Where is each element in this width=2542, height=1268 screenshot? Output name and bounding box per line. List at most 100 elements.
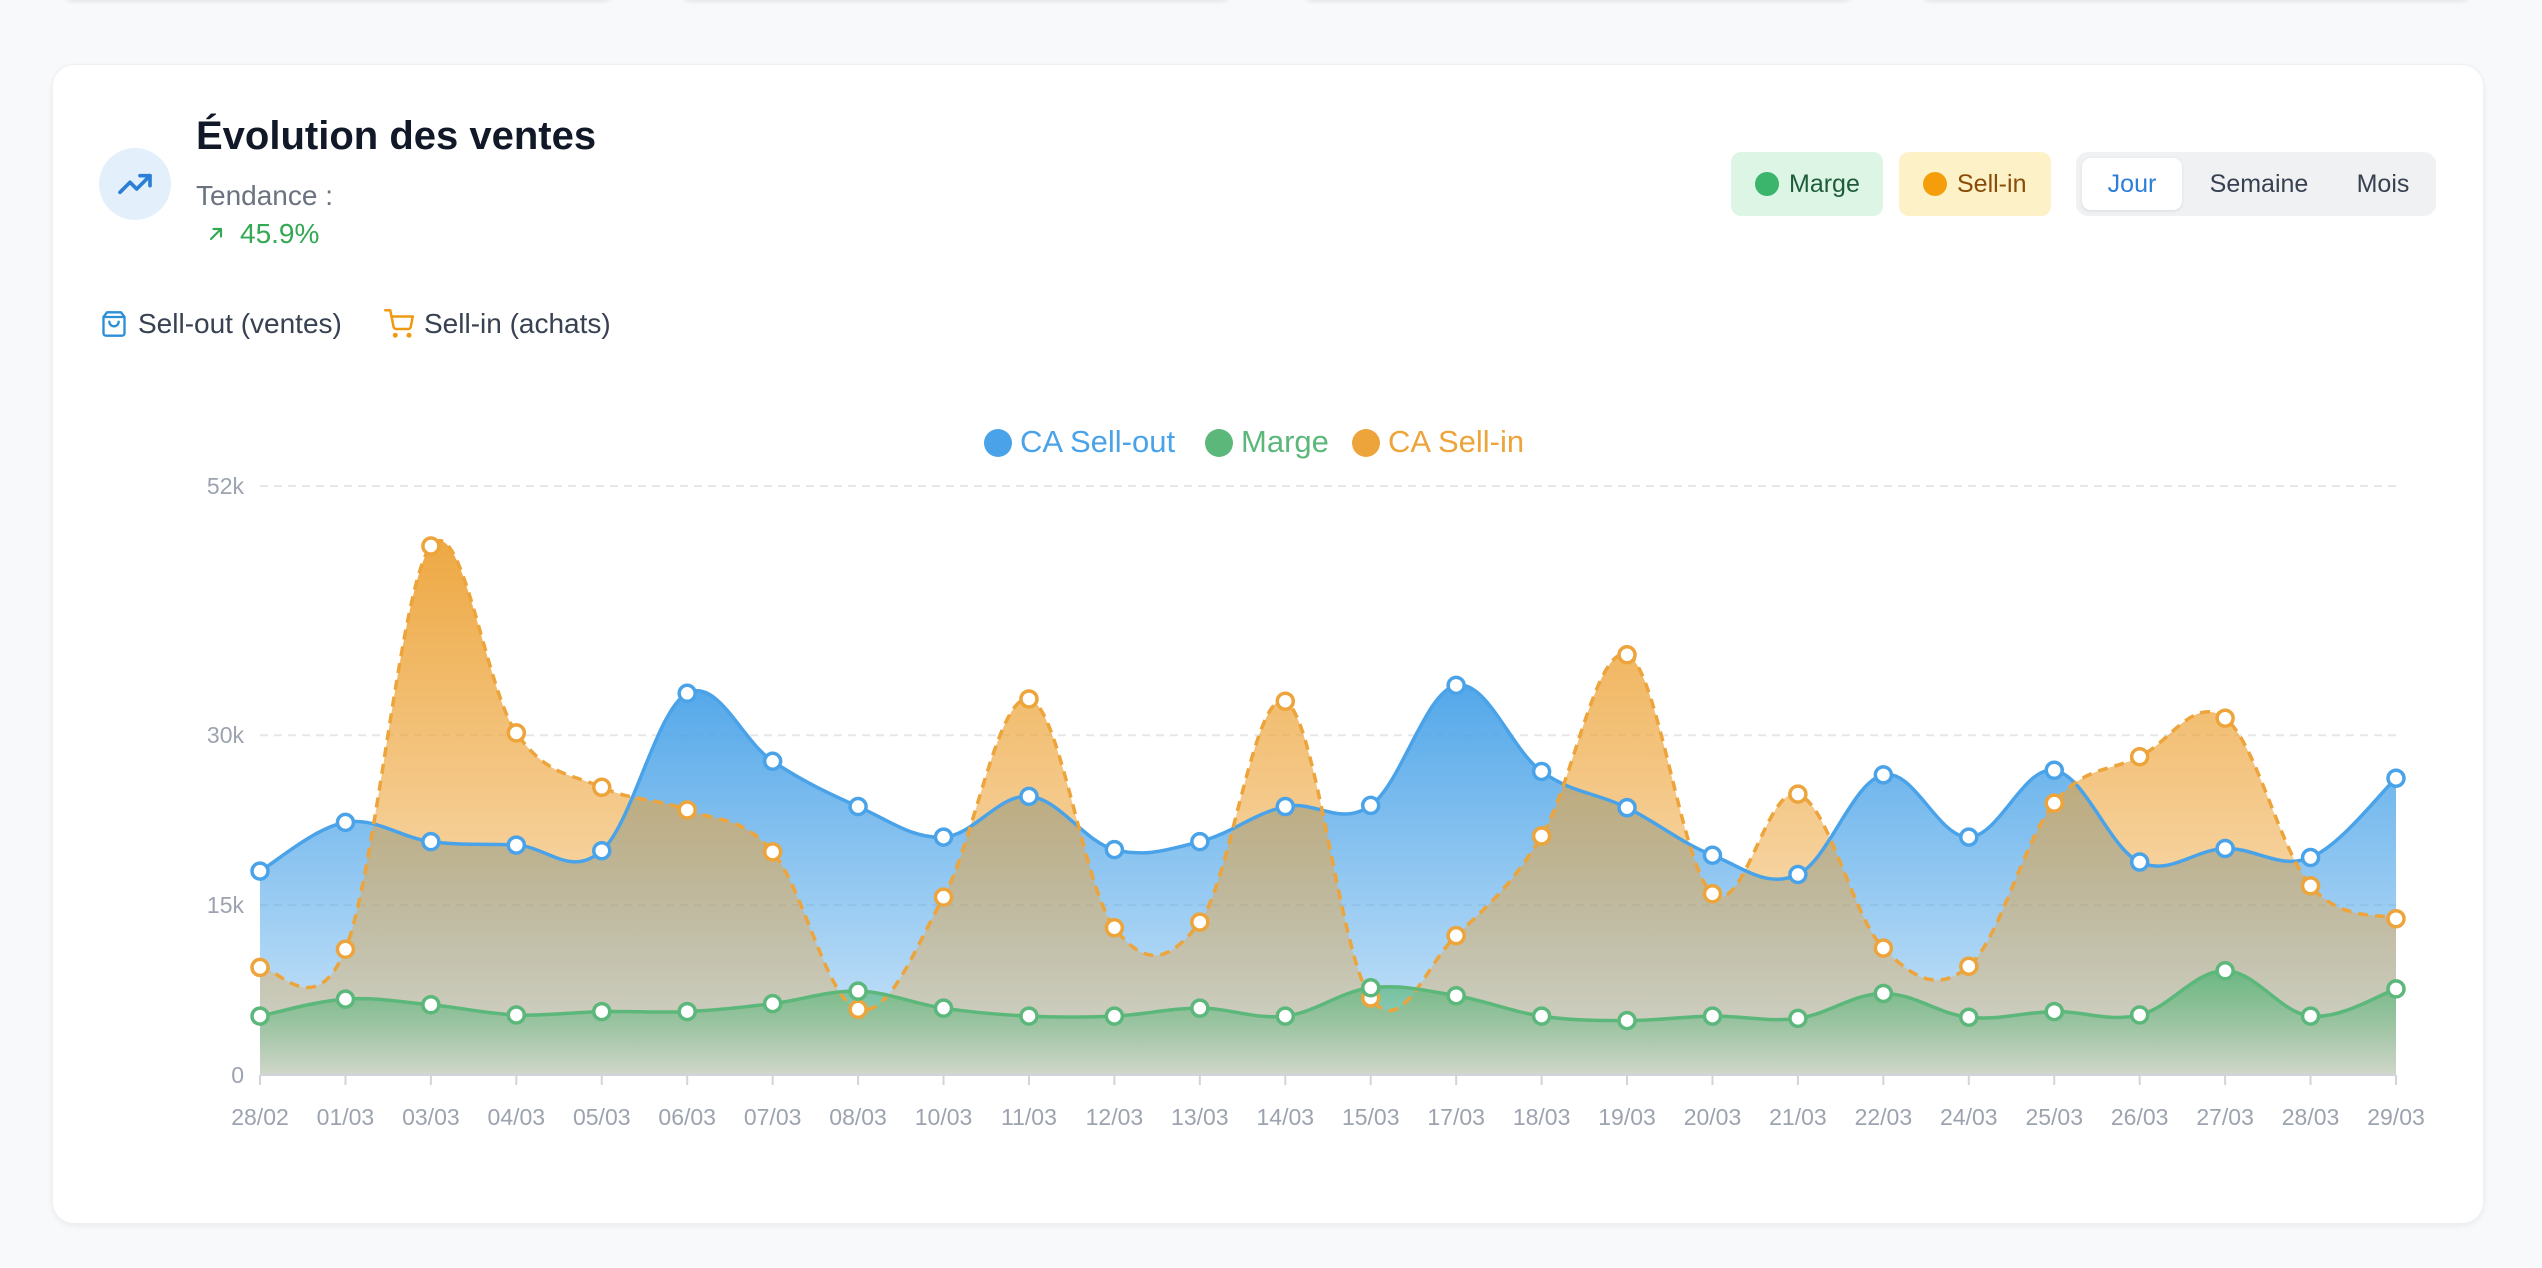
y-tick-label: 30k xyxy=(207,722,245,748)
point-marge xyxy=(2215,961,2235,981)
point-marge xyxy=(1531,1006,1552,1026)
y-tick-label: 52k xyxy=(207,473,245,499)
point-sellout xyxy=(1190,831,1210,852)
point-marge xyxy=(506,1005,527,1025)
point-sellout xyxy=(2129,852,2150,872)
point-sellin xyxy=(677,800,697,820)
point-marge xyxy=(1275,1006,1296,1026)
point-sellin xyxy=(2215,708,2235,728)
x-tick-label: 15/03 xyxy=(1342,1104,1400,1130)
point-sellout xyxy=(506,835,527,855)
point-sellout xyxy=(848,796,868,817)
x-tick-label: 17/03 xyxy=(1427,1104,1485,1130)
point-sellout xyxy=(1788,864,1808,885)
point-sellin xyxy=(2300,876,2321,896)
x-tick-label: 11/03 xyxy=(1001,1104,1057,1130)
point-sellout xyxy=(250,861,270,881)
y-tick-label: 0 xyxy=(231,1062,244,1088)
point-marge xyxy=(2044,1001,2064,1022)
legend-label: CA Sell-in xyxy=(1388,424,1524,459)
x-tick-label: 01/03 xyxy=(317,1104,375,1130)
point-sellout xyxy=(2386,768,2406,788)
point-marge xyxy=(1019,1006,1039,1026)
x-tick-label: 18/03 xyxy=(1513,1104,1571,1130)
point-sellin xyxy=(506,723,527,743)
legend-label: Marge xyxy=(1241,424,1329,459)
x-tick-label: 21/03 xyxy=(1769,1104,1827,1130)
point-marge xyxy=(1104,1006,1125,1026)
point-marge xyxy=(2300,1006,2321,1026)
x-tick-label: 05/03 xyxy=(573,1104,631,1130)
point-marge xyxy=(848,981,868,1001)
point-sellin xyxy=(1873,938,1894,958)
point-sellout xyxy=(1531,761,1552,782)
point-sellin xyxy=(762,842,783,862)
point-sellin xyxy=(421,536,441,556)
point-sellout xyxy=(1019,786,1039,807)
point-sellout xyxy=(2300,847,2321,868)
x-tick-label: 27/03 xyxy=(2196,1104,2254,1130)
point-sellout xyxy=(592,840,612,861)
point-sellout xyxy=(677,683,697,704)
point-marge xyxy=(1446,985,1466,1006)
x-tick-label: 06/03 xyxy=(658,1104,716,1130)
point-sellout xyxy=(1702,845,1723,866)
point-marge xyxy=(335,989,356,1009)
point-marge xyxy=(1617,1010,1637,1031)
x-tick-label: 20/03 xyxy=(1684,1104,1742,1130)
legend-dot xyxy=(984,429,1012,457)
point-marge xyxy=(421,995,441,1015)
point-sellin xyxy=(2129,746,2150,767)
point-marge xyxy=(2386,979,2406,999)
point-marge xyxy=(1360,978,1381,998)
point-marge xyxy=(2129,1005,2150,1025)
point-sellin xyxy=(848,999,868,1020)
point-marge xyxy=(592,1001,612,1022)
y-tick-label: 15k xyxy=(207,892,245,918)
point-sellin xyxy=(1446,925,1466,946)
point-marge xyxy=(1702,1006,1723,1026)
point-sellin xyxy=(1190,912,1210,932)
point-marge xyxy=(677,1001,697,1022)
x-tick-label: 19/03 xyxy=(1598,1104,1656,1130)
legend-dot xyxy=(1205,429,1233,457)
point-sellin xyxy=(250,957,270,978)
point-sellout xyxy=(2215,838,2235,859)
point-sellout xyxy=(933,827,954,847)
point-sellout xyxy=(1617,797,1637,818)
x-tick-label: 04/03 xyxy=(488,1104,546,1130)
legend-dot xyxy=(1352,429,1380,457)
point-sellin xyxy=(1788,784,1808,804)
point-sellout xyxy=(1873,765,1894,785)
x-tick-label: 13/03 xyxy=(1171,1104,1229,1130)
point-marge xyxy=(250,1006,270,1026)
x-tick-label: 26/03 xyxy=(2111,1104,2169,1130)
point-marge xyxy=(1873,983,1894,1004)
point-marge xyxy=(762,993,783,1014)
x-tick-label: 28/03 xyxy=(2282,1104,2340,1130)
x-tick-label: 07/03 xyxy=(744,1104,802,1130)
x-tick-label: 08/03 xyxy=(829,1104,887,1130)
x-tick-label: 25/03 xyxy=(2025,1104,2083,1130)
point-sellin xyxy=(592,777,612,798)
point-sellout xyxy=(1360,795,1381,816)
point-marge xyxy=(933,998,954,1018)
point-sellin xyxy=(2044,793,2064,813)
point-sellin xyxy=(1531,826,1552,846)
point-sellin xyxy=(335,939,356,960)
x-tick-label: 12/03 xyxy=(1086,1104,1144,1130)
x-tick-label: 10/03 xyxy=(915,1104,973,1130)
point-sellin xyxy=(1702,884,1723,904)
x-tick-label: 24/03 xyxy=(1940,1104,1998,1130)
point-sellout xyxy=(762,751,783,771)
point-sellin xyxy=(1275,691,1296,711)
x-tick-label: 03/03 xyxy=(402,1104,460,1130)
point-sellout xyxy=(1446,675,1466,696)
legend-label: CA Sell-out xyxy=(1020,424,1175,459)
x-tick-label: 29/03 xyxy=(2367,1104,2425,1130)
point-sellout xyxy=(1104,839,1125,860)
point-sellin xyxy=(2386,908,2406,929)
point-marge xyxy=(1959,1007,1979,1027)
point-sellout xyxy=(1275,796,1296,817)
point-marge xyxy=(1788,1008,1808,1029)
